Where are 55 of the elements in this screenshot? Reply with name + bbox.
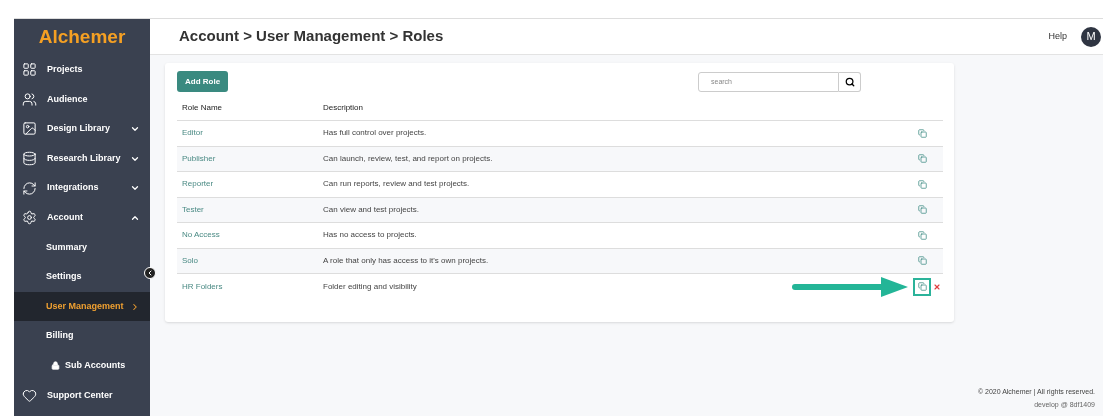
add-role-button[interactable]: Add Role	[177, 71, 229, 92]
copy-role-button[interactable]	[913, 277, 931, 296]
description-cell: Can run reports, review and test projects.	[323, 178, 470, 191]
sidebar-item[interactable]: User Management	[14, 291, 150, 322]
role-name-link[interactable]: HR Folders	[177, 280, 323, 293]
sidebar-item[interactable]: Billing	[14, 321, 150, 351]
column-header: Role Name	[181, 102, 223, 114]
user-avatar[interactable]: M	[1081, 26, 1101, 47]
delete-role-button[interactable]	[933, 282, 941, 291]
copy-icon	[917, 205, 927, 215]
collapse-sidebar-button[interactable]	[144, 267, 156, 279]
column-header: Description	[323, 102, 363, 114]
sidebar-item[interactable]: Account	[14, 202, 150, 233]
description-cell: Has no access to projects.	[323, 229, 417, 242]
sidebar-item[interactable]: Settings	[14, 262, 150, 292]
sidebar-item[interactable]: Audience	[14, 84, 150, 115]
sidebar-item[interactable]: Research Library	[14, 143, 150, 174]
sidebar-item[interactable]: Projects	[14, 55, 150, 85]
role-name-link[interactable]: Solo	[177, 254, 323, 267]
copy-icon	[917, 282, 927, 292]
search-icon	[844, 76, 855, 87]
chevron-left-icon	[146, 269, 154, 277]
sidebar-item[interactable]: Integrations	[14, 173, 150, 203]
description-cell: A role that only has access to it's own projects.	[323, 254, 489, 267]
role-name-link[interactable]: Tester	[177, 203, 323, 216]
grid-icon	[22, 62, 37, 78]
heart-icon	[22, 387, 37, 403]
sidebar-item[interactable]: Design Library	[14, 114, 150, 144]
delete-icon	[933, 282, 941, 291]
role-name-link[interactable]: Publisher	[177, 152, 323, 165]
settings-icon	[22, 210, 37, 226]
people-icon	[22, 91, 37, 107]
help-link[interactable]: Help	[1048, 29, 1067, 44]
role-name-link[interactable]: Reporter	[177, 178, 323, 191]
search-button[interactable]	[839, 71, 861, 92]
database-icon	[22, 151, 37, 167]
description-cell: Can view and test projects.	[323, 203, 420, 216]
description-cell: Folder editing and visibility	[323, 280, 417, 293]
sync-icon	[22, 180, 37, 196]
copy-icon	[917, 128, 927, 138]
image-icon	[22, 121, 37, 137]
role-name-link[interactable]: Editor	[177, 127, 323, 140]
sidebar-item[interactable]: Support Center	[14, 380, 150, 411]
description-cell: Has full control over projects.	[323, 127, 427, 140]
sidebar-item[interactable]: Sub Accounts	[14, 350, 150, 381]
copy-icon	[917, 256, 927, 266]
chevron-right-icon	[130, 301, 140, 312]
sidebar-item[interactable]: Summary	[14, 232, 150, 263]
role-name-link[interactable]: No Access	[177, 229, 323, 242]
copy-icon	[917, 154, 927, 164]
copy-icon	[917, 179, 927, 189]
breadcrumb: Account > User Management > Roles	[179, 26, 445, 47]
logo[interactable]: Alchemer	[38, 22, 126, 52]
description-cell: Can launch, review, test, and report on projects.	[323, 152, 493, 165]
copy-icon	[917, 230, 927, 240]
